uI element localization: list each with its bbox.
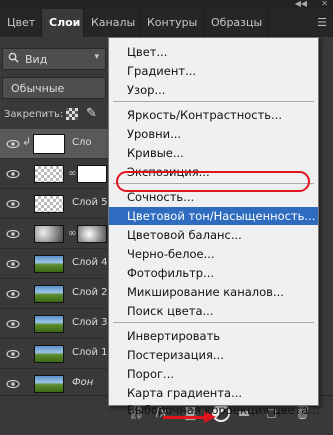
layer-name: Сло <box>72 137 92 148</box>
menu-item-vibrance[interactable]: Сочность... <box>127 190 194 204</box>
layer-row[interactable]: Слой 3 <box>0 309 108 339</box>
layer-row[interactable]: Слой 5 <box>0 189 108 219</box>
menu-item-hue-saturation[interactable]: Цветовой тон/Насыщенность... <box>109 207 318 225</box>
layer-thumbnail[interactable] <box>34 165 64 183</box>
layer-row[interactable]: ↲ Сло <box>0 129 108 159</box>
menu-item-threshold[interactable]: Порог... <box>127 367 174 381</box>
lock-transparency-icon[interactable] <box>66 108 78 120</box>
tab-channels[interactable]: Каналы <box>84 9 140 37</box>
menu-separator <box>113 322 314 323</box>
eye-icon[interactable] <box>6 167 20 181</box>
layer-thumbnail[interactable] <box>34 225 64 243</box>
layer-name: Слой 2 <box>72 287 108 298</box>
eye-icon[interactable] <box>6 377 20 391</box>
filter-kind-select[interactable]: Вид ▾ <box>2 48 106 70</box>
layer-row[interactable]: ∞ <box>0 219 108 249</box>
filter-kind-label: Вид <box>25 53 48 66</box>
chevron-down-icon: ▾ <box>94 52 99 62</box>
panel-menu-icon[interactable]: ☰ <box>317 16 327 29</box>
layer-mask-thumbnail[interactable] <box>77 165 107 183</box>
layer-thumbnail[interactable] <box>34 375 64 393</box>
menu-item-invert[interactable]: Инвертировать <box>127 329 220 343</box>
tab-layers[interactable]: Слои <box>42 9 84 37</box>
menu-item-curves[interactable]: Кривые... <box>127 146 184 160</box>
menu-item-color-balance[interactable]: Цветовой баланс... <box>127 228 242 242</box>
mask-link-icon[interactable]: ∞ <box>68 168 76 179</box>
tab-swatches[interactable]: Образцы <box>204 9 268 37</box>
layer-mask-thumbnail[interactable] <box>77 225 107 243</box>
lock-label: Закрепить: <box>4 109 64 120</box>
layer-thumbnail[interactable] <box>34 285 64 303</box>
layer-thumbnail[interactable] <box>34 195 64 213</box>
tab-color[interactable]: Цвет <box>0 9 42 37</box>
layer-row[interactable]: Слой 4 <box>0 249 108 279</box>
menu-item-brightness-contrast[interactable]: Яркость/Контрастность... <box>127 108 282 122</box>
lock-row: Закрепить: ✎ <box>2 104 106 126</box>
layer-row[interactable]: Слой 1 <box>0 339 108 369</box>
menu-item-pattern[interactable]: Узор... <box>127 83 165 97</box>
layer-thumbnail[interactable] <box>34 255 64 273</box>
eye-icon[interactable] <box>6 347 20 361</box>
layer-thumbnail[interactable] <box>33 134 65 154</box>
layer-name: Слой 3 <box>72 317 108 328</box>
menu-item-selective-color[interactable]: Выборочная коррекция цвета... <box>127 403 319 417</box>
eye-icon[interactable] <box>6 227 20 241</box>
eye-icon[interactable] <box>6 137 20 151</box>
panel-top-strip: ◀◀ ✕ <box>0 0 333 9</box>
tab-paths[interactable]: Контуры <box>140 9 204 37</box>
menu-item-black-white[interactable]: Черно-белое... <box>127 247 215 261</box>
mask-link-icon[interactable]: ∞ <box>68 228 76 239</box>
menu-item-gradient-map[interactable]: Карта градиента... <box>127 386 242 400</box>
menu-item-photo-filter[interactable]: Фотофильтр... <box>127 266 214 280</box>
layer-thumbnail[interactable] <box>34 315 64 333</box>
menu-item-channel-mixer[interactable]: Микширование каналов... <box>127 285 284 299</box>
eye-icon[interactable] <box>6 257 20 271</box>
layer-row[interactable]: ∞ <box>0 159 108 189</box>
panel-tabs: Цвет Слои Каналы Контуры Образцы ☰ <box>0 9 333 37</box>
layer-name: Слой 5 <box>72 197 108 208</box>
eye-icon[interactable] <box>6 317 20 331</box>
lock-pixels-icon[interactable]: ✎ <box>86 106 97 121</box>
layer-name: Слой 4 <box>72 257 108 268</box>
layer-name: Фон <box>72 377 94 388</box>
menu-item-gradient[interactable]: Градиент... <box>127 64 196 78</box>
eye-icon[interactable] <box>6 197 20 211</box>
layer-row[interactable]: Слой 2 <box>0 279 108 309</box>
annotation-circle <box>116 171 310 192</box>
clip-arrow-icon: ↲ <box>22 135 32 148</box>
adjustment-menu: Цвет... Градиент... Узор... Яркость/Конт… <box>108 37 319 417</box>
menu-separator <box>113 101 314 102</box>
close-icon[interactable]: ✕ <box>321 0 328 8</box>
layer-name: Слой 1 <box>72 347 108 358</box>
blend-mode-label: Обычные <box>11 82 65 95</box>
search-icon <box>8 52 19 63</box>
menu-item-levels[interactable]: Уровни... <box>127 127 181 141</box>
layer-thumbnail[interactable] <box>34 345 64 363</box>
blend-mode-select[interactable]: Обычные <box>2 77 106 99</box>
menu-item-posterize[interactable]: Постеризация... <box>127 348 224 362</box>
menu-item-color-lookup[interactable]: Поиск цвета... <box>127 304 213 318</box>
eye-icon[interactable] <box>6 287 20 301</box>
menu-item-solid-color[interactable]: Цвет... <box>127 45 167 59</box>
collapse-icon[interactable]: ◀◀ <box>295 0 307 8</box>
